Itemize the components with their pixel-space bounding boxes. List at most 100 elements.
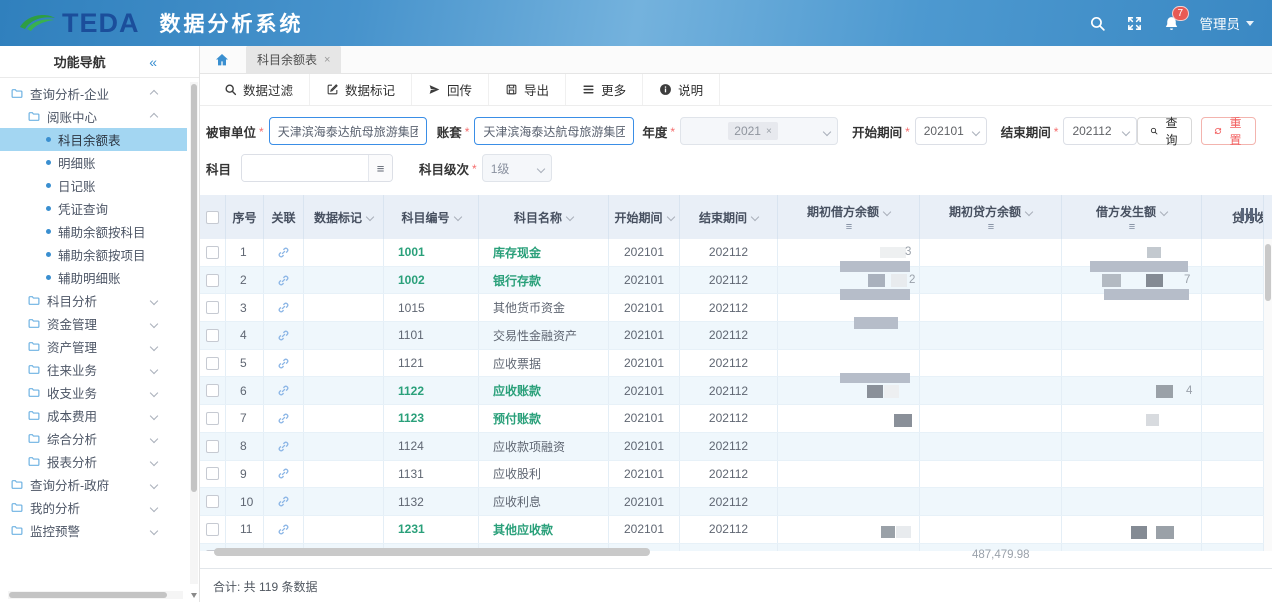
end-period-select[interactable]: 202112 — [1063, 117, 1137, 145]
column-header[interactable]: 科目编号 — [384, 195, 479, 239]
tab-close-icon[interactable]: × — [324, 54, 330, 66]
toolbar-button-export[interactable]: 导出 — [489, 74, 566, 105]
start-period-select[interactable]: 202101 — [915, 117, 987, 145]
row-checkbox[interactable] — [206, 384, 219, 397]
link-icon[interactable] — [277, 440, 290, 453]
cell-subject-name[interactable]: 库存现金 — [479, 239, 609, 266]
sidebar-item[interactable]: 监控预警 — [0, 519, 187, 542]
sidebar-item[interactable]: 日记账 — [0, 174, 187, 197]
column-header[interactable]: 结束期间 — [680, 195, 778, 239]
column-header[interactable]: 科目名称 — [479, 195, 609, 239]
cell-subject-code[interactable]: 1002 — [384, 267, 479, 294]
toolbar-button-send[interactable]: 回传 — [412, 74, 489, 105]
column-header[interactable]: 数据标记 — [304, 195, 384, 239]
table-horizontal-scrollbar[interactable] — [214, 548, 650, 556]
search-button[interactable]: 查询 — [1137, 117, 1192, 145]
column-settings-icon[interactable] — [1241, 208, 1257, 221]
link-icon[interactable] — [277, 301, 290, 314]
row-checkbox[interactable] — [206, 357, 219, 370]
column-header[interactable]: 贷方发生额 — [1202, 195, 1264, 239]
sidebar-item[interactable]: 凭证查询 — [0, 197, 187, 220]
row-checkbox[interactable] — [206, 246, 219, 259]
column-header[interactable]: 期初贷方余额≡ — [920, 195, 1062, 239]
table-vertical-scrollbar[interactable] — [1265, 244, 1271, 301]
sidebar-item[interactable]: 资金管理 — [0, 312, 187, 335]
link-icon[interactable] — [277, 467, 290, 480]
toolbar-button-info[interactable]: 说明 — [643, 74, 720, 105]
year-select[interactable]: 2021 × — [680, 117, 838, 145]
sidebar-item[interactable]: 资产管理 — [0, 335, 187, 358]
sidebar-collapse-icon[interactable]: « — [149, 54, 157, 70]
row-checkbox[interactable] — [206, 301, 219, 314]
sidebar-item[interactable]: 查询分析-政府 — [0, 473, 187, 496]
sidebar-item[interactable]: 成本费用 — [0, 404, 187, 427]
sort-chevron-icon[interactable] — [883, 207, 891, 215]
link-icon[interactable] — [277, 523, 290, 536]
home-icon[interactable] — [214, 52, 230, 68]
sidebar-item[interactable]: 综合分析 — [0, 427, 187, 450]
header-select-all[interactable] — [200, 195, 226, 239]
sidebar-item[interactable]: 科目分析 — [0, 289, 187, 312]
toolbar-button-menu[interactable]: 更多 — [566, 74, 643, 105]
sidebar-item[interactable]: 明细账 — [0, 151, 187, 174]
tab-subject-balance[interactable]: 科目余额表 × — [246, 46, 341, 73]
sort-chevron-icon[interactable] — [453, 213, 461, 221]
sidebar-item[interactable]: 报表分析 — [0, 450, 187, 473]
cell-subject-code[interactable]: 1122 — [384, 377, 479, 404]
row-checkbox[interactable] — [206, 523, 219, 536]
reset-button[interactable]: 重置 — [1201, 117, 1256, 145]
sidebar-item[interactable]: 辅助明细账 — [0, 266, 187, 289]
link-icon[interactable] — [277, 246, 290, 259]
link-icon[interactable] — [277, 384, 290, 397]
cell-subject-name[interactable]: 银行存款 — [479, 267, 609, 294]
column-header[interactable]: 借方发生额≡ — [1062, 195, 1202, 239]
sort-chevron-icon[interactable] — [566, 213, 574, 221]
sidebar-item[interactable]: 辅助余额按项目 — [0, 243, 187, 266]
search-icon[interactable] — [1089, 15, 1106, 32]
cell-subject-code[interactable]: 1231 — [384, 516, 479, 543]
row-checkbox[interactable] — [206, 412, 219, 425]
account-book-input[interactable] — [474, 117, 634, 145]
toolbar-button-search[interactable]: 数据过滤 — [208, 74, 310, 105]
row-checkbox[interactable] — [206, 495, 219, 508]
sidebar-item[interactable]: 辅助余额按科目 — [0, 220, 187, 243]
sidebar-item[interactable]: 阅账中心 — [0, 105, 187, 128]
row-checkbox[interactable] — [206, 440, 219, 453]
sidebar-item[interactable]: 收支业务 — [0, 381, 187, 404]
subject-picker-icon[interactable]: ≡ — [368, 155, 392, 181]
sort-chevron-icon[interactable] — [1160, 207, 1168, 215]
user-menu[interactable]: 管理员 — [1200, 13, 1255, 33]
sidebar-item[interactable]: 科目余额表 — [0, 128, 187, 151]
cell-subject-name[interactable]: 其他应收款 — [479, 516, 609, 543]
fullscreen-icon[interactable] — [1126, 15, 1143, 32]
link-icon[interactable] — [277, 357, 290, 370]
cell-subject-code[interactable]: 1123 — [384, 405, 479, 432]
notification-bell-icon[interactable]: 7 — [1163, 15, 1180, 32]
year-tag-close-icon[interactable]: × — [766, 126, 772, 137]
sort-chevron-icon[interactable] — [666, 213, 674, 221]
cell-subject-name[interactable]: 预付账款 — [479, 405, 609, 432]
sort-chevron-icon[interactable] — [1025, 207, 1033, 215]
toolbar-button-edit[interactable]: 数据标记 — [310, 74, 412, 105]
row-checkbox[interactable] — [206, 467, 219, 480]
subject-level-select[interactable]: 1级 — [482, 154, 552, 182]
subject-input[interactable]: ≡ — [241, 154, 393, 182]
link-icon[interactable] — [277, 329, 290, 342]
sidebar-item[interactable]: 我的分析 — [0, 496, 187, 519]
row-checkbox[interactable] — [206, 274, 219, 287]
link-icon[interactable] — [277, 412, 290, 425]
sidebar-scroll-down-arrow[interactable] — [191, 593, 197, 598]
subject-input-field[interactable] — [242, 155, 368, 181]
link-icon[interactable] — [277, 495, 290, 508]
sidebar-item[interactable]: 往来业务 — [0, 358, 187, 381]
audited-unit-input[interactable] — [269, 117, 427, 145]
column-header[interactable]: 开始期间 — [609, 195, 680, 239]
cell-subject-name[interactable]: 应收账款 — [479, 377, 609, 404]
row-checkbox[interactable] — [206, 329, 219, 342]
sidebar-horizontal-scrollbar[interactable] — [8, 591, 183, 599]
sidebar-item[interactable]: 查询分析-企业 — [0, 82, 187, 105]
cell-subject-code[interactable]: 1001 — [384, 239, 479, 266]
column-filter-icon[interactable]: ≡ — [846, 223, 851, 231]
link-icon[interactable] — [277, 274, 290, 287]
sort-chevron-icon[interactable] — [751, 213, 759, 221]
